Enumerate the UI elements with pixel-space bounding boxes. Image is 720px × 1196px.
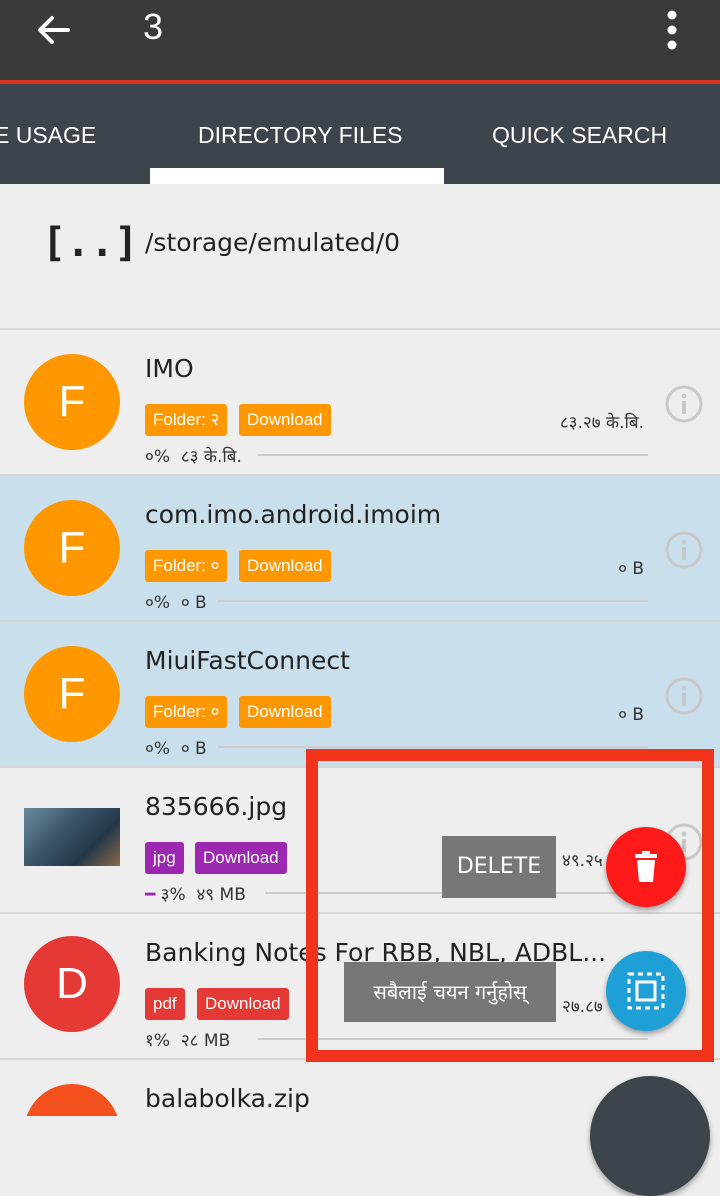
progress-bar [258, 454, 648, 456]
progress-percent: ०% ८३ के.बि. [145, 447, 242, 467]
zip-avatar [24, 1084, 120, 1116]
progress-percent: ०% ० B [145, 593, 207, 613]
parent-folder-icon: [..] [42, 220, 139, 266]
page-title: 3 [143, 6, 164, 47]
list-item[interactable]: F IMO Folder: २ Download ८३.२७ के.बि. ०%… [0, 330, 720, 476]
tab-bar: E USAGE DIRECTORY FILES QUICK SEARCH [0, 84, 720, 184]
download-badge[interactable]: Download [239, 696, 331, 728]
current-path: /storage/emulated/0 [145, 228, 401, 257]
type-badge: jpg [145, 842, 184, 874]
item-name: balabolka.zip [145, 1084, 310, 1113]
progress-bar [218, 600, 648, 602]
image-thumbnail [24, 808, 120, 866]
active-tab-indicator [150, 168, 444, 184]
download-badge[interactable]: Download [195, 842, 287, 874]
tab-directory-files[interactable]: DIRECTORY FILES [198, 122, 403, 149]
folder-avatar: F [24, 500, 120, 596]
type-badge: Folder: २ [145, 404, 228, 436]
item-name: com.imo.android.imoim [145, 500, 442, 529]
item-name: IMO [145, 354, 194, 383]
main-fab[interactable] [590, 1076, 710, 1196]
parent-directory-row[interactable]: [..] /storage/emulated/0 [0, 184, 720, 330]
delete-label: DELETE [442, 836, 556, 898]
type-badge: Folder: ० [145, 550, 228, 582]
info-icon[interactable] [664, 384, 704, 424]
download-badge[interactable]: Download [197, 988, 289, 1020]
item-size: ० B [618, 705, 644, 725]
pdf-avatar: D [24, 936, 120, 1032]
type-badge: pdf [145, 988, 185, 1020]
progress-bar [218, 746, 648, 748]
info-icon[interactable] [664, 676, 704, 716]
item-name: 835666.jpg [145, 792, 288, 821]
more-vert-icon[interactable] [662, 8, 682, 52]
select-all-label: सबैलाई चयन गर्नुहोस् [344, 962, 556, 1022]
progress-percent: ━ ३% ४९ MB [145, 885, 246, 905]
app-bar: 3 [0, 0, 720, 80]
trash-icon [635, 851, 657, 882]
download-badge[interactable]: Download [239, 550, 331, 582]
delete-button[interactable] [606, 827, 686, 907]
list-item[interactable]: F MiuiFastConnect Folder: ० Download ० B… [0, 622, 720, 768]
item-size: ० B [618, 559, 644, 579]
progress-percent: १% २८ MB [145, 1031, 231, 1051]
folder-avatar: F [24, 646, 120, 742]
info-icon[interactable] [664, 530, 704, 570]
progress-percent: ०% ० B [145, 739, 207, 759]
select-all-button[interactable] [606, 951, 686, 1031]
tab-quick-search[interactable]: QUICK SEARCH [492, 122, 667, 149]
item-size: ८३.२७ के.बि. [559, 413, 644, 433]
download-badge[interactable]: Download [239, 404, 331, 436]
select-all-icon [627, 972, 665, 1010]
item-name: MiuiFastConnect [145, 646, 350, 675]
type-badge: Folder: ० [145, 696, 228, 728]
folder-avatar: F [24, 354, 120, 450]
list-item[interactable]: F com.imo.android.imoim Folder: ० Downlo… [0, 476, 720, 622]
back-arrow-icon[interactable] [34, 10, 74, 50]
tab-storage-usage[interactable]: E USAGE [0, 122, 96, 149]
